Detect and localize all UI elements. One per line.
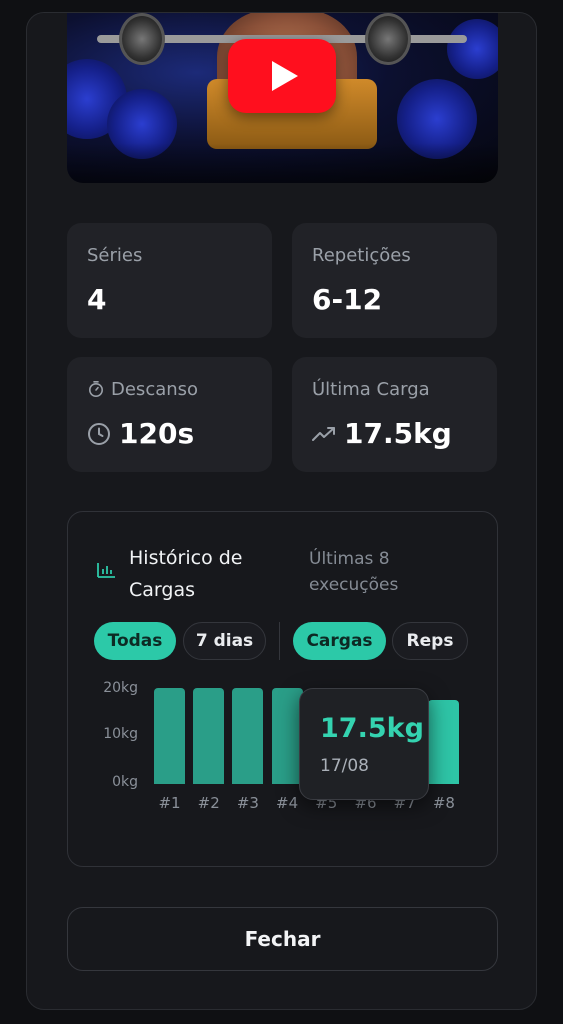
stat-value-row: 120s [87,417,252,450]
youtube-play-icon[interactable] [228,39,336,113]
exercise-video-thumbnail[interactable] [67,13,498,183]
y-axis-tick: 20kg [103,680,138,696]
stat-value: 6-12 [312,283,383,316]
metric-loads-button[interactable]: Cargas [293,622,386,660]
stat-card-reps: Repetições 6-12 [292,223,497,338]
bar-chart-icon [96,561,116,583]
chart-bar[interactable] [271,688,303,784]
history-subtitle: Últimas 8 execuções [309,549,399,595]
background-plate [447,19,498,79]
stat-label: Repetições [312,244,411,266]
x-axis-tick: #1 [158,794,181,812]
history-title: Histórico de Cargas [129,547,243,601]
stat-label-row: Descanso [87,377,252,401]
tooltip-date: 17/08 [320,756,369,776]
x-axis-tick: #2 [197,794,220,812]
stat-value: 4 [87,283,107,316]
x-axis-tick: #4 [276,794,299,812]
tooltip-value: 17.5kg [320,713,424,744]
x-axis-tick: #8 [432,794,455,812]
chart-tooltip: 17.5kg 17/08 [299,688,429,800]
stat-card-last-load: Última Carga 17.5kg [292,357,497,472]
stat-label: Última Carga [312,378,430,400]
exercise-modal: Séries 4 Repetições 6-12 Descanso 120s Ú… [26,12,537,1010]
chart-bar[interactable] [193,688,225,784]
stat-value-row: 17.5kg [312,417,477,450]
stat-value-text: 120s [119,417,195,450]
chart-bar[interactable] [154,688,185,784]
load-history-card: Histórico de Cargas Últimas 8 execuções … [67,511,498,867]
video-fade [67,143,498,183]
stat-card-rest: Descanso 120s [67,357,272,472]
barbell-weight-right [365,13,411,65]
stat-label: Séries [87,244,143,266]
filter-all-button[interactable]: Todas [94,622,176,660]
chart-bar[interactable] [428,700,460,784]
play-triangle [272,61,298,91]
metric-reps-button[interactable]: Reps [392,622,468,660]
barbell-weight-left [119,13,165,65]
close-button[interactable]: Fechar [67,907,498,971]
stat-label-text: Descanso [111,378,199,400]
filter-7-days-button[interactable]: 7 dias [183,622,266,660]
trending-up-icon [312,426,336,442]
clock-icon [87,422,111,446]
stat-card-series: Séries 4 [67,223,272,338]
y-axis-tick: 0kg [112,774,138,790]
filter-separator [279,622,280,660]
chart-bar[interactable] [232,688,264,784]
stat-value-text: 17.5kg [344,417,452,450]
stopwatch-icon [87,380,105,398]
y-axis-tick: 10kg [103,726,138,742]
x-axis-tick: #3 [236,794,259,812]
